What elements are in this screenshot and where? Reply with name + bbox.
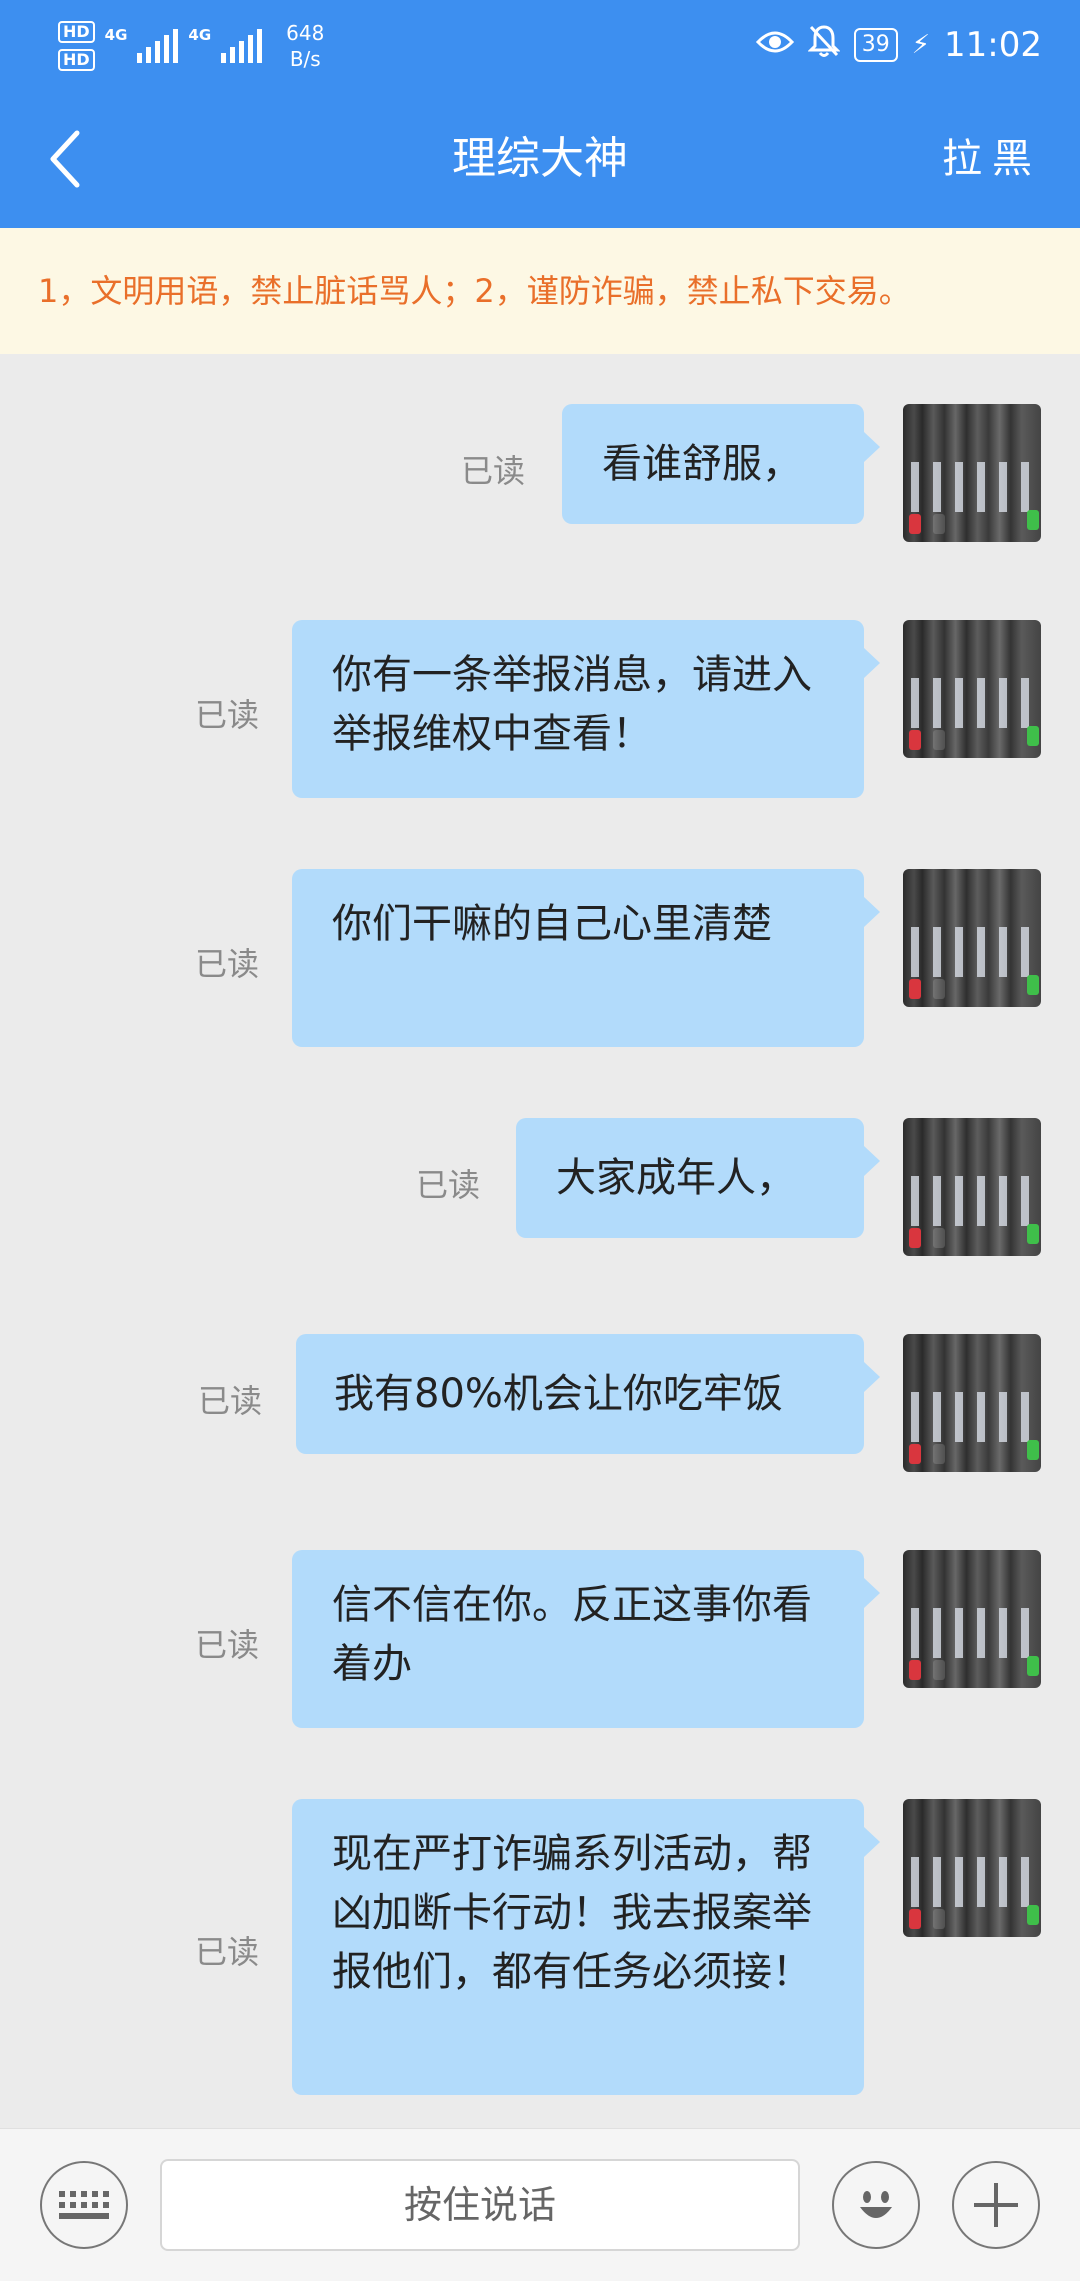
avatar[interactable] <box>903 1334 1041 1472</box>
network-speed-value: 648 <box>286 21 325 45</box>
message-bubble[interactable]: 你有一条举报消息，请进入举报维权中查看！ <box>292 620 880 798</box>
status-left: HD HD 4G 4G 648 B/s <box>58 14 324 78</box>
plus-icon <box>974 2183 1018 2227</box>
network-type-1: 4G <box>104 26 128 44</box>
notice-banner: 1，文明用语，禁止脏话骂人；2，谨防诈骗，禁止私下交易。 <box>0 228 1080 354</box>
read-receipt: 已读 <box>461 452 526 490</box>
back-button[interactable] <box>30 120 100 198</box>
read-receipt: 已读 <box>195 696 260 734</box>
status-right: 39 ⚡ 11:02 <box>755 20 1042 70</box>
input-bar: 按住说话 <box>0 2128 1080 2281</box>
keyboard-toggle-button[interactable] <box>40 2161 128 2249</box>
chevron-left-icon <box>50 130 80 188</box>
avatar[interactable] <box>903 620 1041 758</box>
page-title: 理综大神 <box>452 133 628 184</box>
avatar[interactable] <box>903 1799 1041 1937</box>
avatar[interactable] <box>903 869 1041 1007</box>
read-receipt: 已读 <box>195 1933 260 1971</box>
message-bubble[interactable]: 信不信在你。反正这事你看着办 <box>292 1550 880 1728</box>
network-speed-unit: B/s <box>289 47 321 71</box>
read-receipt: 已读 <box>195 945 260 983</box>
charging-icon: ⚡ <box>911 30 931 60</box>
hd-badge-1: HD <box>58 21 95 43</box>
mute-bell-icon <box>807 24 841 67</box>
read-receipt: 已读 <box>416 1166 481 1204</box>
emoji-button[interactable] <box>832 2161 920 2249</box>
hd-indicators: HD HD <box>58 21 95 71</box>
read-receipt: 已读 <box>198 1382 263 1420</box>
hold-to-talk-button[interactable]: 按住说话 <box>160 2159 800 2251</box>
read-receipt: 已读 <box>195 1626 260 1664</box>
keyboard-icon <box>59 2191 109 2219</box>
chat-header: 理综大神 拉黑 <box>0 90 1080 228</box>
network-speed: 648 B/s <box>286 20 324 72</box>
clock: 11:02 <box>944 25 1042 65</box>
message-bubble[interactable]: 大家成年人， <box>516 1118 880 1238</box>
message-bubble[interactable]: 我有80%机会让你吃牢饭 <box>296 1334 880 1454</box>
signal-icon-2 <box>221 29 263 63</box>
battery-level: 39 <box>853 28 898 62</box>
signal-icon-1 <box>137 29 179 63</box>
message-bubble[interactable]: 现在严打诈骗系列活动，帮凶加断卡行动！我去报案举报他们，都有任务必须接！ <box>292 1799 880 2095</box>
avatar[interactable] <box>903 1118 1041 1256</box>
avatar[interactable] <box>903 1550 1041 1688</box>
status-bar: HD HD 4G 4G 648 B/s 39 ⚡ 11:02 <box>0 0 1080 90</box>
network-type-2: 4G <box>188 26 212 44</box>
block-user-button[interactable]: 拉黑 <box>942 124 1042 194</box>
more-actions-button[interactable] <box>952 2161 1040 2249</box>
message-bubble[interactable]: 看谁舒服， <box>562 404 880 524</box>
avatar[interactable] <box>903 404 1041 542</box>
emoji-icon <box>860 2191 892 2218</box>
eye-icon <box>755 25 794 65</box>
hd-badge-2: HD <box>58 49 95 71</box>
message-bubble[interactable]: 你们干嘛的自己心里清楚 <box>292 869 880 1047</box>
